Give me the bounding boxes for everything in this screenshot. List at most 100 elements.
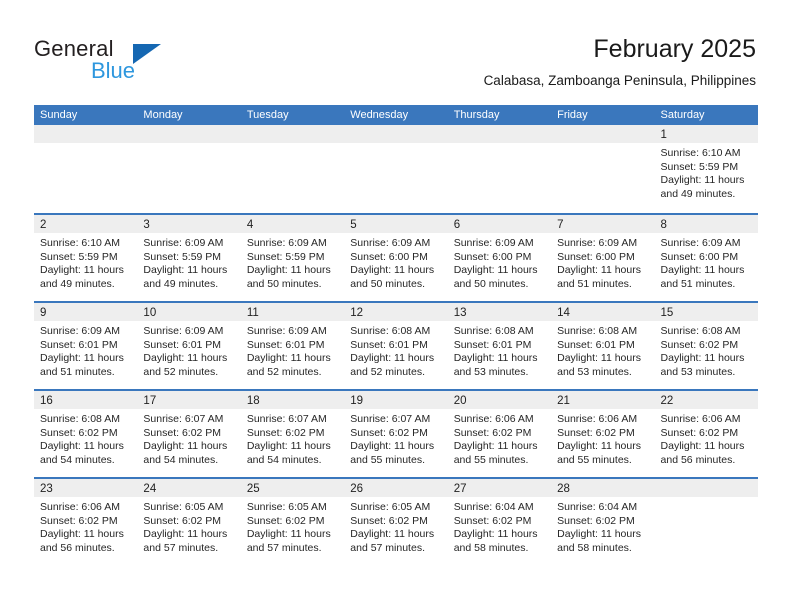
calendar-day-cell[interactable]: 27 Sunrise: 6:04 AM Sunset: 6:02 PM Dayligh… <box>447 479 552 565</box>
sunrise-text: Sunrise: 6:05 AM <box>350 501 431 513</box>
calendar-day-cell[interactable]: 22 Sunrise: 6:06 AM Sunset: 6:02 PM Dayligh… <box>654 391 758 477</box>
sunset-text: Sunset: 6:02 PM <box>40 426 118 439</box>
calendar-day-cell[interactable]: 24 Sunrise: 6:05 AM Sunset: 6:02 PM Dayligh… <box>137 479 241 565</box>
weekday-header-row: Sunday Monday Tuesday Wednesday Thursday… <box>34 105 758 125</box>
calendar-day-cell[interactable]: 14 Sunrise: 6:08 AM Sunset: 6:01 PM Dayligh… <box>551 303 655 389</box>
calendar-day-cell[interactable]: 25 Sunrise: 6:05 AM Sunset: 6:02 PM Dayligh… <box>240 479 345 565</box>
calendar-empty-cell <box>34 125 138 213</box>
day-details: Sunrise: 6:08 AM Sunset: 6:01 PM Daylight:… <box>448 321 551 379</box>
day-number-band: 25 <box>240 479 345 497</box>
day-number: 12 <box>350 307 364 319</box>
weekday-header-monday: Monday <box>143 109 183 121</box>
day-number: 2 <box>40 219 47 231</box>
day-details: Sunrise: 6:10 AM Sunset: 5:59 PM Daylight:… <box>34 233 137 291</box>
sunset-text: Sunset: 6:02 PM <box>660 338 739 351</box>
calendar-day-cell[interactable]: 6 Sunrise: 6:09 AM Sunset: 6:00 PM Daylight… <box>447 215 552 301</box>
day-number-band: 15 <box>654 303 758 321</box>
calendar-day-cell[interactable]: 16 Sunrise: 6:08 AM Sunset: 6:02 PM Dayligh… <box>34 391 138 477</box>
day-number-band: 21 <box>551 391 655 409</box>
calendar-week-row: 1 Sunrise: 6:10 AM Sunset: 5:59 PM Daylight… <box>34 125 758 213</box>
calendar-day-cell[interactable]: 17 Sunrise: 6:07 AM Sunset: 6:02 PM Dayligh… <box>137 391 241 477</box>
daylight-text: Daylight: 11 hours and 57 minutes. <box>350 528 435 554</box>
calendar-day-cell[interactable]: 9 Sunrise: 6:09 AM Sunset: 6:01 PM Daylight… <box>34 303 138 389</box>
day-number: 14 <box>557 307 570 319</box>
daylight-text: Daylight: 11 hours and 53 minutes. <box>660 352 745 378</box>
calendar-day-cell[interactable]: 28 Sunrise: 6:04 AM Sunset: 6:02 PM Dayligh… <box>551 479 655 565</box>
sunset-text: Sunset: 6:00 PM <box>453 250 532 263</box>
day-number-band: 19 <box>344 391 448 409</box>
day-number: 4 <box>246 219 254 231</box>
sunset-text: Sunset: 5:59 PM <box>143 250 222 263</box>
daylight-text: Daylight: 11 hours and 52 minutes. <box>350 352 435 378</box>
sunrise-text: Sunrise: 6:09 AM <box>350 237 431 249</box>
sunrise-text: Sunrise: 6:09 AM <box>557 237 638 249</box>
calendar-day-cell[interactable]: 26 Sunrise: 6:05 AM Sunset: 6:02 PM Dayligh… <box>344 479 448 565</box>
sunrise-text: Sunrise: 6:09 AM <box>453 237 534 249</box>
day-details: Sunrise: 6:06 AM Sunset: 6:02 PM Daylight:… <box>551 409 654 467</box>
day-number: 16 <box>40 395 53 407</box>
calendar-empty-cell <box>551 125 655 213</box>
sunset-text: Sunset: 6:01 PM <box>453 338 532 351</box>
day-number-band: 13 <box>447 303 552 321</box>
brand-logo[interactable]: General Blue <box>34 36 334 92</box>
sunrise-text: Sunrise: 6:06 AM <box>453 413 534 425</box>
sunset-text: Sunset: 6:02 PM <box>557 514 635 527</box>
weekday-header-saturday: Saturday <box>660 109 705 121</box>
calendar-day-cell[interactable]: 21 Sunrise: 6:06 AM Sunset: 6:02 PM Dayligh… <box>551 391 655 477</box>
calendar-day-cell[interactable]: 4 Sunrise: 6:09 AM Sunset: 5:59 PM Daylight… <box>240 215 345 301</box>
sunset-text: Sunset: 6:02 PM <box>350 426 428 439</box>
calendar-day-cell[interactable]: 18 Sunrise: 6:07 AM Sunset: 6:02 PM Dayligh… <box>240 391 345 477</box>
daylight-text: Daylight: 11 hours and 53 minutes. <box>453 352 538 378</box>
calendar-day-cell[interactable]: 23 Sunrise: 6:06 AM Sunset: 6:02 PM Dayligh… <box>34 479 138 565</box>
day-number-band: 4 <box>240 215 345 233</box>
day-number: 1 <box>660 129 667 141</box>
calendar-day-cell[interactable]: 11 Sunrise: 6:09 AM Sunset: 6:01 PM Dayligh… <box>240 303 345 389</box>
day-number-band: 6 <box>447 215 552 233</box>
calendar-day-cell[interactable]: 13 Sunrise: 6:08 AM Sunset: 6:01 PM Dayligh… <box>447 303 552 389</box>
day-details: Sunrise: 6:07 AM Sunset: 6:02 PM Daylight:… <box>137 409 240 467</box>
day-number: 11 <box>246 307 259 319</box>
day-details: Sunrise: 6:08 AM Sunset: 6:01 PM Daylight:… <box>551 321 654 379</box>
day-number-band <box>137 125 241 143</box>
calendar-day-cell[interactable]: 3 Sunrise: 6:09 AM Sunset: 5:59 PM Daylight… <box>137 215 241 301</box>
sunrise-text: Sunrise: 6:08 AM <box>557 325 638 337</box>
calendar-weeks: 1 Sunrise: 6:10 AM Sunset: 5:59 PM Daylight… <box>34 125 758 565</box>
sunrise-text: Sunrise: 6:09 AM <box>40 325 120 337</box>
sunset-text: Sunset: 6:00 PM <box>350 250 428 263</box>
daylight-text: Daylight: 11 hours and 49 minutes. <box>143 264 228 290</box>
day-number-band: 24 <box>137 479 241 497</box>
calendar-week-row: 23 Sunrise: 6:06 AM Sunset: 6:02 PM Dayligh… <box>34 477 758 565</box>
calendar-page: General Blue February 2025 Calabasa, Zam… <box>0 0 792 612</box>
weekday-header-thursday: Thursday <box>453 109 500 121</box>
calendar-day-cell[interactable]: 5 Sunrise: 6:09 AM Sunset: 6:00 PM Daylight… <box>344 215 448 301</box>
sunset-text: Sunset: 6:01 PM <box>40 338 118 351</box>
calendar-grid: Sunday Monday Tuesday Wednesday Thursday… <box>34 105 758 565</box>
calendar-empty-cell <box>447 125 552 213</box>
calendar-day-cell[interactable]: 20 Sunrise: 6:06 AM Sunset: 6:02 PM Dayligh… <box>447 391 552 477</box>
sunset-text: Sunset: 6:02 PM <box>246 426 325 439</box>
day-number: 24 <box>143 483 157 495</box>
calendar-day-cell[interactable]: 12 Sunrise: 6:08 AM Sunset: 6:01 PM Dayligh… <box>344 303 448 389</box>
day-details: Sunrise: 6:06 AM Sunset: 6:02 PM Daylight:… <box>655 409 758 467</box>
calendar-day-cell[interactable]: 7 Sunrise: 6:09 AM Sunset: 6:00 PM Daylight… <box>551 215 655 301</box>
sunrise-text: Sunrise: 6:09 AM <box>246 237 327 249</box>
day-number-band: 26 <box>344 479 448 497</box>
day-number-band <box>447 125 552 143</box>
sunrise-text: Sunrise: 6:09 AM <box>143 325 224 337</box>
daylight-text: Daylight: 11 hours and 52 minutes. <box>143 352 228 378</box>
calendar-day-cell[interactable]: 10 Sunrise: 6:09 AM Sunset: 6:01 PM Dayligh… <box>137 303 241 389</box>
day-number: 15 <box>660 307 674 319</box>
day-number-band <box>240 125 345 143</box>
daylight-text: Daylight: 11 hours and 50 minutes. <box>350 264 435 290</box>
calendar-day-cell[interactable]: 15 Sunrise: 6:08 AM Sunset: 6:02 PM Dayligh… <box>654 303 758 389</box>
calendar-day-cell[interactable]: 19 Sunrise: 6:07 AM Sunset: 6:02 PM Dayligh… <box>344 391 448 477</box>
calendar-day-cell[interactable]: 1 Sunrise: 6:10 AM Sunset: 5:59 PM Daylight… <box>654 125 758 213</box>
daylight-text: Daylight: 11 hours and 56 minutes. <box>40 528 124 554</box>
sunrise-text: Sunrise: 6:07 AM <box>143 413 224 425</box>
calendar-day-cell[interactable]: 8 Sunrise: 6:09 AM Sunset: 6:00 PM Daylight… <box>654 215 758 301</box>
calendar-day-cell[interactable]: 2 Sunrise: 6:10 AM Sunset: 5:59 PM Daylight… <box>34 215 138 301</box>
day-details: Sunrise: 6:10 AM Sunset: 5:59 PM Daylight:… <box>655 143 758 201</box>
day-number-band: 18 <box>240 391 345 409</box>
day-number-band: 3 <box>137 215 241 233</box>
day-number-band: 28 <box>551 479 655 497</box>
